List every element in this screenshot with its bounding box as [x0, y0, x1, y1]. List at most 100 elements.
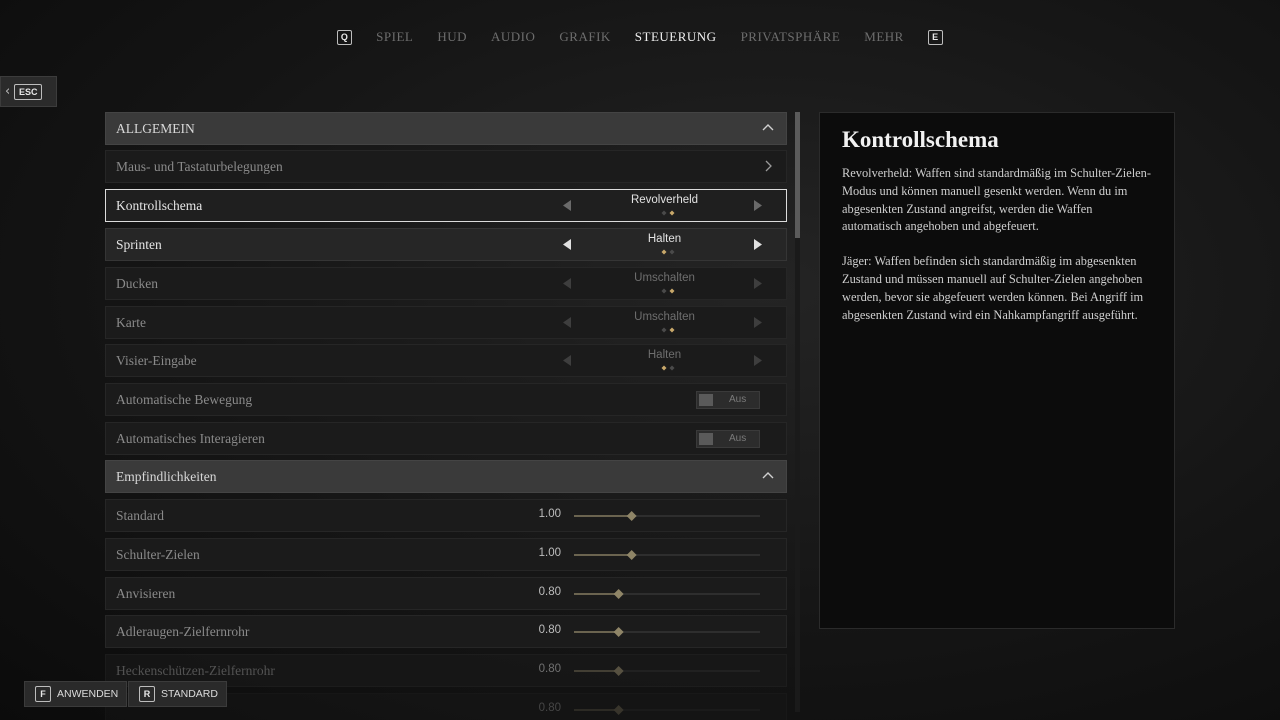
- slider-row-standard[interactable]: Standard 1.00: [105, 499, 787, 532]
- slider-track[interactable]: [572, 624, 762, 640]
- setting-row-sprinten[interactable]: Sprinten Halten: [105, 228, 787, 261]
- option-dot: [669, 249, 675, 255]
- slider-row-adleraugen[interactable]: Adleraugen-Zielfernrohr 0.80: [105, 615, 787, 648]
- esc-key: ESC: [14, 83, 43, 100]
- active-option-dot: [661, 365, 667, 371]
- slider-track[interactable]: [572, 663, 762, 679]
- setting-label: Karte: [116, 314, 146, 330]
- option-dot: [661, 288, 667, 294]
- arrow-right-icon[interactable]: [752, 354, 764, 367]
- option-dots-icon: [661, 365, 675, 371]
- info-paragraph-jaeger: Jäger: Waffen befinden sich standardmäßi…: [842, 254, 1144, 322]
- arrow-right-icon[interactable]: [752, 316, 764, 329]
- arrow-right-icon[interactable]: [752, 199, 764, 212]
- section-title: Empfindlichkeiten: [116, 468, 217, 484]
- setting-row-visier-eingabe[interactable]: Visier-Eingabe Halten: [105, 344, 787, 377]
- tab-grafik[interactable]: GRAFIK: [559, 29, 610, 45]
- next-tab-key[interactable]: E: [927, 29, 943, 45]
- default-button[interactable]: R STANDARD: [128, 681, 227, 707]
- info-title: Kontrollschema: [842, 127, 999, 152]
- setting-label: Kontrollschema: [116, 197, 203, 213]
- setting-label: Visier-Eingabe: [116, 352, 197, 368]
- default-key: R: [139, 686, 155, 702]
- apply-label: ANWENDEN: [57, 688, 119, 700]
- setting-row-kontrollschema[interactable]: Kontrollschema Revolverheld: [105, 189, 787, 222]
- picker-value: Umschalten: [634, 311, 695, 323]
- active-option-dot: [669, 327, 675, 333]
- slider-row-schulter-zielen[interactable]: Schulter-Zielen 1.00: [105, 538, 787, 571]
- setting-row-ducken[interactable]: Ducken Umschalten: [105, 267, 787, 300]
- top-nav: Q SPIEL HUD AUDIO GRAFIK STEUERUNG PRIVA…: [0, 26, 1280, 48]
- slider-handle[interactable]: [613, 705, 624, 715]
- slider-value: 0.80: [538, 663, 561, 675]
- setting-row-auto-interagieren[interactable]: Automatisches Interagieren Aus: [105, 422, 787, 455]
- setting-label: Sprinten: [116, 236, 162, 252]
- setting-label: Automatisches Interagieren: [116, 430, 265, 446]
- settings-list: ALLGEMEIN Maus- und Tastaturbelegungen K…: [105, 112, 787, 720]
- picker-value: Revolverheld: [630, 194, 699, 206]
- slider-value: 0.80: [538, 624, 561, 636]
- slider-track[interactable]: [572, 547, 762, 563]
- apply-button[interactable]: F ANWENDEN: [24, 681, 128, 707]
- back-button[interactable]: ‹ ESC: [0, 76, 57, 107]
- option-picker: Revolverheld: [561, 190, 776, 221]
- apply-key: F: [35, 686, 51, 702]
- slider-value: 1.00: [538, 508, 561, 520]
- setting-label: Schulter-Zielen: [116, 546, 200, 562]
- scrollbar-thumb[interactable]: [795, 112, 800, 238]
- setting-label: Standard: [116, 507, 164, 523]
- option-dots-icon: [661, 210, 675, 216]
- toggle-state: Aus: [729, 433, 747, 444]
- slider-track[interactable]: [572, 586, 762, 602]
- setting-label: Maus- und Tastaturbelegungen: [116, 158, 283, 174]
- slider-value: 1.00: [538, 547, 561, 559]
- setting-label: Heckenschützen-Zielfernrohr: [116, 662, 275, 678]
- tab-privatsphaere[interactable]: PRIVATSPHÄRE: [741, 29, 841, 45]
- info-paragraph-revolverheld: Revolverheld: Waffen sind standardmäßig …: [842, 166, 1152, 234]
- toggle-knob: [699, 433, 713, 445]
- active-option-dot: [669, 288, 675, 294]
- tab-mehr[interactable]: MEHR: [864, 29, 904, 45]
- slider-row-anvisieren[interactable]: Anvisieren 0.80: [105, 577, 787, 610]
- section-header-empfindlichkeiten[interactable]: Empfindlichkeiten: [105, 460, 787, 493]
- arrow-right-icon[interactable]: [752, 277, 764, 290]
- slider-handle[interactable]: [613, 627, 624, 637]
- chevron-left-icon: ‹: [5, 84, 11, 99]
- toggle-switch[interactable]: Aus: [696, 430, 760, 448]
- tab-audio[interactable]: AUDIO: [491, 29, 535, 45]
- slider-handle[interactable]: [613, 589, 624, 599]
- slider-value: 0.80: [538, 702, 561, 714]
- slider-track[interactable]: [572, 702, 762, 718]
- prev-tab-key[interactable]: Q: [337, 29, 353, 45]
- scrollbar[interactable]: [795, 112, 800, 712]
- toggle-state: Aus: [729, 394, 747, 405]
- picker-value: Halten: [647, 233, 682, 245]
- option-dot: [661, 210, 667, 216]
- section-header-allgemein[interactable]: ALLGEMEIN: [105, 112, 787, 145]
- toggle-knob: [699, 394, 713, 406]
- setting-row-auto-bewegung[interactable]: Automatische Bewegung Aus: [105, 383, 787, 416]
- default-label: STANDARD: [161, 688, 218, 700]
- option-picker: Umschalten: [561, 268, 776, 299]
- option-picker: Umschalten: [561, 307, 776, 338]
- setting-label: Automatische Bewegung: [116, 391, 253, 407]
- slider-track[interactable]: [572, 508, 762, 524]
- tab-spiel[interactable]: SPIEL: [376, 29, 413, 45]
- tab-steuerung[interactable]: STEUERUNG: [635, 29, 717, 45]
- arrow-right-icon[interactable]: [752, 238, 764, 251]
- active-option-dot: [661, 249, 667, 255]
- setting-row-karte[interactable]: Karte Umschalten: [105, 306, 787, 339]
- slider-handle[interactable]: [613, 666, 624, 676]
- setting-row-keybinds[interactable]: Maus- und Tastaturbelegungen: [105, 150, 787, 183]
- option-dots-icon: [661, 288, 675, 294]
- toggle-switch[interactable]: Aus: [696, 391, 760, 409]
- option-dot: [669, 365, 675, 371]
- tab-hud[interactable]: HUD: [437, 29, 467, 45]
- setting-label: Ducken: [116, 275, 158, 291]
- setting-label: Anvisieren: [116, 585, 176, 601]
- slider-handle[interactable]: [626, 550, 637, 560]
- section-title: ALLGEMEIN: [116, 120, 195, 136]
- option-picker: Halten: [561, 229, 776, 260]
- info-panel: Kontrollschema Revolverheld: Waffen sind…: [819, 112, 1175, 629]
- slider-handle[interactable]: [626, 511, 637, 521]
